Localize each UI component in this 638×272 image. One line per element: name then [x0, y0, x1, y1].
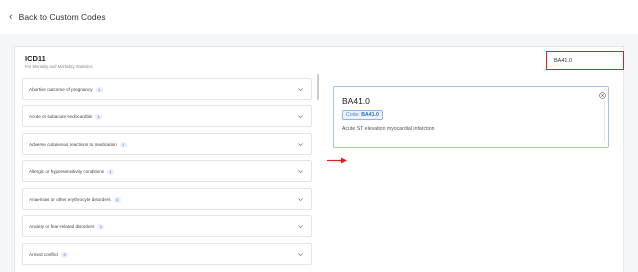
count-badge: 1 [95, 87, 103, 93]
chevron-down-icon[interactable] [297, 251, 304, 258]
chevron-left-icon: ‹ [9, 11, 13, 23]
list-item-label: Anxiety or fear-related disorders 1 [29, 224, 105, 230]
back-to-custom-codes-link[interactable]: ‹ Back to Custom Codes [9, 10, 106, 24]
list-item[interactable]: Abortive outcome of pregnancy 1 [22, 78, 312, 100]
list-item-text: Abortive outcome of pregnancy [29, 87, 93, 93]
panel-header: ICD11 For Mortality and Morbidity Statis… [15, 47, 624, 74]
list-item-text: Armed conflict [29, 252, 59, 258]
list-item-label: Adverse cutaneous reactions to medicatio… [29, 142, 127, 148]
code-prefix: Code: [346, 112, 360, 118]
list-item[interactable]: Anxiety or fear-related disorders 1 [22, 215, 312, 237]
search-box[interactable] [546, 51, 624, 70]
count-badge: 1 [97, 224, 105, 230]
detail-title: BA41.0 [342, 96, 370, 106]
list-item[interactable]: Armed conflict 9 [22, 243, 312, 265]
chevron-down-icon[interactable] [297, 196, 304, 203]
list-item-label: Acute or subacute endocarditis 1 [29, 114, 103, 120]
back-link-label: Back to Custom Codes [18, 12, 106, 22]
count-badge: 1 [107, 169, 115, 175]
count-badge: 1 [95, 114, 103, 120]
count-badge: 4 [113, 197, 121, 203]
count-badge: 1 [119, 142, 127, 148]
list-item[interactable]: Allergic or hypersensitivity conditions 1 [22, 160, 312, 182]
list-item-text: Allergic or hypersensitivity conditions [29, 169, 105, 175]
list-item-label: Armed conflict 9 [29, 252, 69, 258]
chevron-down-icon[interactable] [297, 141, 304, 148]
panel-title: ICD11 [25, 54, 46, 63]
icd11-panel: ICD11 For Mortality and Morbidity Statis… [14, 46, 624, 272]
chevron-down-icon[interactable] [297, 223, 304, 230]
top-bar: ‹ Back to Custom Codes [0, 0, 638, 34]
list-item-text: Adverse cutaneous reactions to medicatio… [29, 142, 117, 148]
chevron-down-icon[interactable] [297, 168, 304, 175]
panel-subtitle: For Mortality and Morbidity Statistics [25, 64, 93, 69]
list-item[interactable]: Adverse cutaneous reactions to medicatio… [22, 133, 312, 155]
list-scrollbar[interactable] [317, 74, 319, 100]
close-icon[interactable] [599, 92, 606, 99]
list-item-label: Allergic or hypersensitivity conditions 1 [29, 169, 115, 175]
list-item-text: Anxiety or fear-related disorders [29, 224, 95, 230]
list-item-label: Abortive outcome of pregnancy 1 [29, 87, 103, 93]
detail-scrollbar[interactable] [604, 101, 605, 141]
chevron-down-icon[interactable] [297, 86, 304, 93]
list-item-label: Anaemias or other erythrocyte disorders 4 [29, 197, 121, 203]
list-item[interactable]: Anaemias or other erythrocyte disorders 4 [22, 188, 312, 210]
annotation-arrow-icon [327, 157, 347, 164]
list-item-text: Acute or subacute endocarditis [29, 114, 93, 120]
code-detail-card: BA41.0 Code: BA41.0 Acute ST elevation m… [333, 86, 609, 148]
chevron-down-icon[interactable] [297, 113, 304, 120]
code-pill: Code: BA41.0 [342, 110, 383, 120]
detail-description: Acute ST elevation myocardial infarction [342, 126, 435, 132]
count-badge: 9 [61, 252, 69, 258]
search-input[interactable] [554, 56, 614, 66]
list-item[interactable]: Acute or subacute endocarditis 1 [22, 105, 312, 127]
code-value: BA41.0 [361, 112, 379, 118]
list-item-text: Anaemias or other erythrocyte disorders [29, 197, 111, 203]
